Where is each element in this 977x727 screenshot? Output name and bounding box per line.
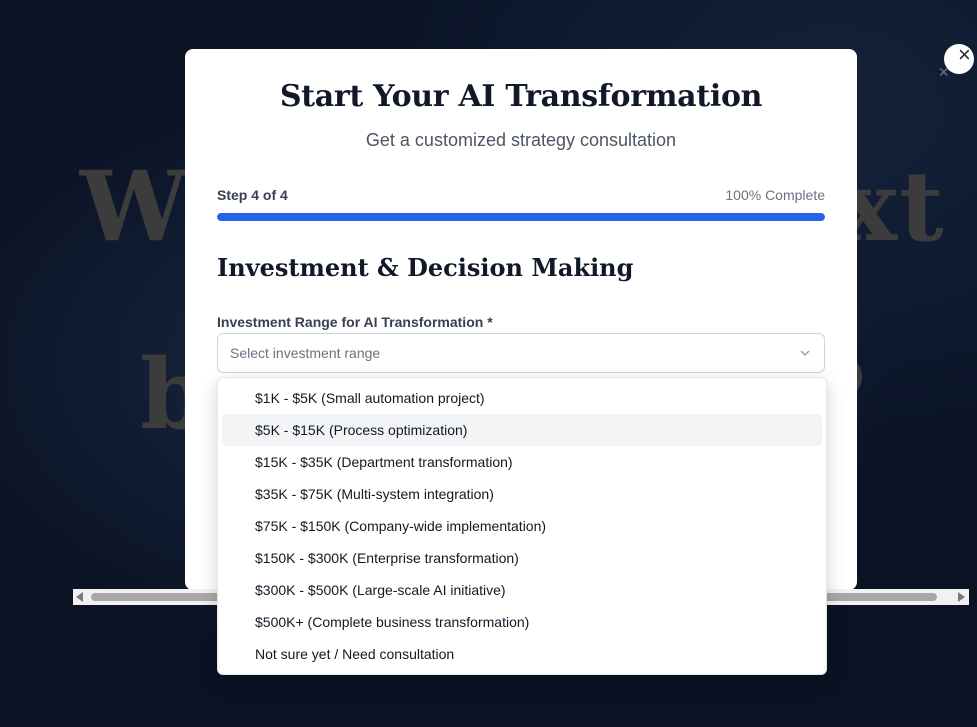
modal-close-icon[interactable]: ✕	[938, 64, 950, 81]
scroll-left-arrow-icon[interactable]	[76, 592, 83, 602]
section-title: Investment & Decision Making	[217, 253, 634, 282]
background-headline-line-1: W xt	[80, 150, 946, 263]
chevron-down-icon	[800, 350, 810, 357]
scroll-right-arrow-icon[interactable]	[958, 592, 965, 602]
progress-bar	[217, 213, 825, 221]
dropdown-option[interactable]: $500K+ (Complete business transformation…	[222, 606, 822, 638]
investment-range-dropdown: $1K - $5K (Small automation project) $5K…	[217, 377, 827, 675]
progress-percent-label: 100% Complete	[725, 187, 825, 203]
close-icon: ×	[958, 44, 971, 67]
investment-range-label: Investment Range for AI Transformation *	[217, 314, 493, 330]
dropdown-option[interactable]: $15K - $35K (Department transformation)	[222, 446, 822, 478]
dropdown-option[interactable]: $5K - $15K (Process optimization)	[222, 414, 822, 446]
modal-subtitle: Get a customized strategy consultation	[365, 130, 677, 150]
modal-title: Start Your AI Transformation	[279, 79, 763, 114]
step-indicator: Step 4 of 4	[217, 187, 288, 203]
dropdown-option[interactable]: $1K - $5K (Small automation project)	[222, 382, 822, 414]
investment-range-select[interactable]: Select investment range	[217, 333, 825, 373]
dropdown-option[interactable]: $300K - $500K (Large-scale AI initiative…	[222, 574, 822, 606]
select-placeholder: Select investment range	[230, 345, 381, 361]
dropdown-option[interactable]: $35K - $75K (Multi-system integration)	[222, 478, 822, 510]
dropdown-option[interactable]: $75K - $150K (Company-wide implementatio…	[222, 510, 822, 542]
dropdown-option[interactable]: $150K - $300K (Enterprise transformation…	[222, 542, 822, 574]
progress-bar-fill	[217, 213, 825, 221]
dropdown-option[interactable]: Not sure yet / Need consultation	[222, 638, 822, 670]
